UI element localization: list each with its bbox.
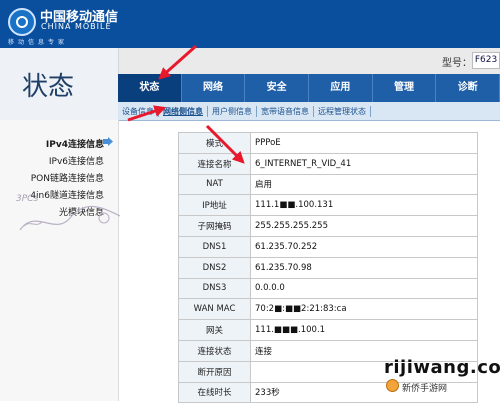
subnav-user-info[interactable]: 用户侧信息 [208, 105, 257, 117]
watermark-site-subtext: 新侨手游网 [402, 384, 448, 394]
logo-icon [8, 8, 36, 36]
subnav-network-info[interactable]: 网络侧信息 [159, 105, 208, 117]
row-value: PPPoE [250, 132, 478, 154]
row-value: 255.255.255.255 [250, 215, 478, 237]
site-watermark: rijiwang.com 新侨手游网 [380, 355, 500, 401]
row-value: 111.■■■.100.1 [250, 319, 478, 341]
arrow-right-icon [103, 137, 113, 146]
model-value: F623 [472, 52, 500, 69]
subnav-device-info[interactable]: 设备信息 [118, 105, 159, 117]
tab-application[interactable]: 应用 [309, 74, 373, 102]
watermark-swirl-icon [19, 205, 121, 231]
watermark-badge-icon [386, 379, 399, 392]
row-label: DNS2 [178, 256, 251, 279]
logo-english-text: CHINA MOBILE [41, 22, 112, 31]
row-label: 网关 [178, 319, 251, 341]
subnav-voice-info[interactable]: 宽带语音信息 [257, 105, 314, 117]
row-label: 子网掩码 [178, 215, 251, 237]
table-row: DNS2 61.235.70.98 [178, 256, 478, 279]
header-banner: 中国移动通信 CHINA MOBILE 移动信息专家 [0, 0, 500, 48]
left-menu: IPv4连接信息 IPv6连接信息 PON链路连接信息 4in6隧道连接信息 光… [0, 120, 121, 401]
table-row: 模式 PPPoE [178, 132, 478, 154]
model-bar: 型号： F623 [118, 48, 500, 75]
row-value: 61.235.70.252 [250, 235, 478, 258]
table-row: NAT 启用 [178, 173, 478, 196]
row-label: 连接状态 [178, 339, 251, 362]
table-row: 连接名称 6_INTERNET_R_VID_41 [178, 152, 478, 175]
table-row: DNS3 0.0.0.0 [178, 277, 478, 300]
row-label: 断开原因 [178, 360, 251, 383]
row-value: 70:2■:■■2:21:83:ca [250, 298, 478, 321]
row-label: DNS1 [178, 235, 251, 258]
row-label: 连接名称 [178, 152, 251, 175]
page-title: 状态 [22, 72, 75, 102]
logo-slogan: 移动信息专家 [8, 39, 69, 46]
table-row: 网关 111.■■■.100.1 [178, 319, 478, 341]
menu-item-ipv6[interactable]: IPv6连接信息 [49, 154, 104, 167]
menu-item-ipv4[interactable]: IPv4连接信息 [46, 137, 104, 150]
row-label: NAT [178, 173, 251, 196]
row-value: 启用 [250, 173, 478, 196]
row-value: 6_INTERNET_R_VID_41 [250, 152, 478, 175]
tab-diagnosis[interactable]: 诊断 [436, 74, 500, 102]
table-row: DNS1 61.235.70.252 [178, 235, 478, 258]
row-label: 模式 [178, 132, 251, 154]
table-row: 子网掩码 255.255.255.255 [178, 215, 478, 237]
tab-status[interactable]: 状态 [118, 74, 182, 102]
model-label: 型号： [442, 58, 472, 69]
row-value: 111.1■■.100.131 [250, 194, 478, 217]
table-row: IP地址 111.1■■.100.131 [178, 194, 478, 217]
row-label: 在线时长 [178, 381, 251, 403]
sub-navigation: 设备信息 网络侧信息 用户侧信息 宽带语音信息 远程管理状态 [118, 102, 500, 121]
watermark-site-text: rijiwang.com [384, 357, 500, 378]
table-row: WAN MAC 70:2■:■■2:21:83:ca [178, 298, 478, 321]
row-label: IP地址 [178, 194, 251, 217]
tab-management[interactable]: 管理 [373, 74, 437, 102]
row-value: 0.0.0.0 [250, 277, 478, 300]
row-label: DNS3 [178, 277, 251, 300]
tab-network[interactable]: 网络 [182, 74, 246, 102]
row-value: 61.235.70.98 [250, 256, 478, 279]
subnav-remote-status[interactable]: 远程管理状态 [314, 105, 371, 117]
tab-security[interactable]: 安全 [245, 74, 310, 102]
menu-item-pon[interactable]: PON链路连接信息 [31, 171, 104, 184]
row-label: WAN MAC [178, 298, 251, 321]
main-tabs: 状态 网络 安全 应用 管理 诊断 [118, 74, 500, 102]
section-header: 状态 [0, 48, 119, 120]
